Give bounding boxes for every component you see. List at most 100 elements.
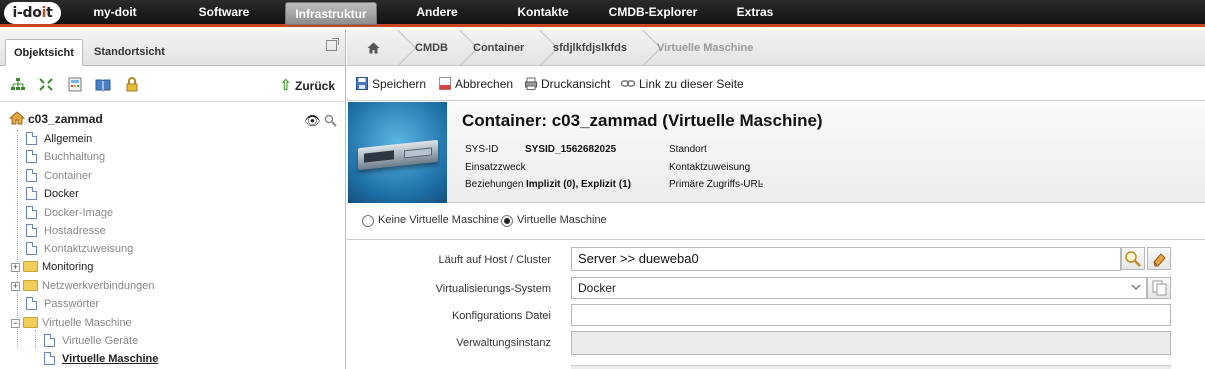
search-icon[interactable] bbox=[324, 114, 337, 127]
network-tree-icon[interactable] bbox=[10, 77, 26, 92]
breadcrumb-object[interactable]: sfdjlkfdjslkfds bbox=[553, 30, 627, 66]
lock-icon[interactable] bbox=[124, 77, 140, 92]
radio-no-vm[interactable] bbox=[362, 215, 374, 227]
virtualization-system-label: Virtualisierungs-System bbox=[435, 283, 551, 295]
tree-node-container[interactable]: Container bbox=[26, 167, 92, 185]
object-title: Container: c03_zammad (Virtuelle Maschin… bbox=[462, 111, 823, 130]
host-search-button[interactable] bbox=[1121, 247, 1145, 270]
standort-label: Standort bbox=[669, 144, 707, 155]
radio-no-vm-label[interactable]: Keine Virtuelle Maschine bbox=[378, 214, 499, 226]
tree-node-passwoerter[interactable]: Passwörter bbox=[26, 295, 99, 313]
link-to-page-label: Link zu dieser Seite bbox=[639, 77, 744, 91]
document-icon bbox=[26, 242, 37, 255]
document-icon bbox=[44, 352, 55, 365]
node-label: Netzwerkverbindungen bbox=[42, 280, 155, 292]
nav-infrastruktur[interactable]: Infrastruktur bbox=[285, 2, 377, 25]
config-file-input[interactable] bbox=[571, 304, 1171, 326]
breadcrumb-container[interactable]: Container bbox=[473, 30, 524, 66]
object-image bbox=[348, 102, 447, 203]
print-view-button[interactable]: Druckansicht bbox=[525, 67, 610, 101]
virtualization-system-select[interactable]: Docker bbox=[571, 277, 1147, 299]
radio-vm-label[interactable]: Virtuelle Maschine bbox=[517, 214, 607, 226]
tree-node-hostadresse[interactable]: Hostadresse bbox=[26, 222, 106, 240]
nav-extras[interactable]: Extras bbox=[727, 0, 783, 25]
left-panel: Objektsicht Standortsicht ⇧ Zurück c03_za… bbox=[0, 30, 346, 369]
document-icon bbox=[26, 150, 37, 163]
print-icon bbox=[525, 77, 537, 90]
radio-vm[interactable] bbox=[501, 215, 513, 227]
home-icon[interactable] bbox=[367, 42, 380, 54]
link-to-page-button[interactable]: Link zu dieser Seite bbox=[621, 67, 744, 101]
book-icon[interactable] bbox=[95, 77, 111, 92]
tree-node-virtuelle-maschine-active[interactable]: Virtuelle Maschine bbox=[44, 350, 158, 368]
admin-instance-label: Verwaltungsinstanz bbox=[456, 337, 551, 349]
up-arrow-icon: ⇧ bbox=[279, 77, 292, 94]
tree-node-kontaktzuweisung[interactable]: Kontaktzuweisung bbox=[26, 240, 133, 258]
primary-url-value: - bbox=[760, 179, 764, 190]
nav-cmdb-explorer[interactable]: CMDB-Explorer bbox=[598, 0, 708, 25]
node-label: Hostadresse bbox=[44, 225, 106, 237]
config-file-label: Konfigurations Datei bbox=[451, 310, 551, 322]
search-icon bbox=[1125, 251, 1141, 267]
sysid-value: SYSID_1562682025 bbox=[525, 144, 617, 155]
eye-icon[interactable]: 👁 bbox=[304, 113, 321, 128]
external-link-icon[interactable] bbox=[326, 38, 339, 51]
document-icon bbox=[26, 132, 37, 145]
collapse-minus-icon[interactable]: − bbox=[11, 319, 20, 328]
tree-node-buchhaltung[interactable]: Buchhaltung bbox=[26, 148, 105, 166]
i-doit-logo[interactable]: i-doit bbox=[4, 2, 61, 24]
save-label: Speichern bbox=[372, 77, 427, 91]
action-bar: Speichern Abbrechen Druckansicht Link zu… bbox=[347, 67, 1205, 101]
expand-plus-icon[interactable]: + bbox=[11, 263, 20, 272]
nav-my-doit[interactable]: my-doit bbox=[82, 0, 148, 25]
host-cluster-label: Läuft auf Host / Cluster bbox=[438, 254, 552, 266]
tab-standortsicht[interactable]: Standortsicht bbox=[86, 39, 173, 66]
back-label: Zurück bbox=[294, 79, 335, 93]
node-label: Kontaktzuweisung bbox=[44, 243, 134, 255]
document-icon bbox=[44, 334, 55, 347]
nav-andere[interactable]: Andere bbox=[402, 0, 472, 25]
tree-root-label: c03_zammad bbox=[28, 112, 103, 126]
breadcrumb: CMDB Container sfdjlkfdjslkfds Virtuelle… bbox=[347, 30, 1205, 66]
tree-node-virtuelle-maschine-folder[interactable]: − Virtuelle Maschine bbox=[11, 314, 132, 332]
host-cluster-field[interactable]: Server >> dueweba0 bbox=[571, 247, 1121, 271]
admin-instance-field bbox=[571, 331, 1171, 355]
home-icon bbox=[9, 111, 25, 125]
tab-objektsicht[interactable]: Objektsicht bbox=[5, 39, 83, 66]
back-button[interactable]: ⇧ Zurück bbox=[279, 76, 335, 94]
expand-icon[interactable] bbox=[38, 77, 54, 92]
chevron-down-icon bbox=[1131, 284, 1141, 290]
nav-kontakte[interactable]: Kontakte bbox=[505, 0, 581, 25]
top-navigation-bar: i-doit my-doit Software Infrastruktur An… bbox=[0, 0, 1205, 27]
expand-plus-icon[interactable]: + bbox=[11, 282, 20, 291]
virtualization-copy-button[interactable] bbox=[1147, 277, 1171, 299]
logo-text-pre: i-do bbox=[12, 5, 42, 21]
root-actions: 👁 bbox=[304, 113, 337, 129]
cancel-label: Abbrechen bbox=[455, 77, 514, 91]
tree-node-netzwerkverbindungen[interactable]: + Netzwerkverbindungen bbox=[11, 277, 155, 295]
beziehungen-value[interactable]: Implizit (0), Explizit (1) bbox=[526, 179, 631, 190]
node-label: Virtuelle Maschine bbox=[62, 353, 159, 365]
cancel-button[interactable]: Abbrechen bbox=[439, 67, 513, 101]
tree-node-docker-image[interactable]: Docker-Image bbox=[26, 204, 113, 222]
folder-icon bbox=[23, 280, 38, 291]
calculator-icon[interactable] bbox=[67, 77, 83, 92]
tree-node-docker[interactable]: Docker bbox=[26, 185, 79, 203]
tree-root[interactable]: c03_zammad bbox=[9, 111, 103, 126]
tree-node-monitoring[interactable]: + Monitoring bbox=[11, 258, 93, 276]
nav-software[interactable]: Software bbox=[185, 0, 263, 25]
server-icon bbox=[358, 139, 438, 171]
virtualization-system-value: Docker bbox=[578, 281, 617, 295]
document-icon bbox=[26, 206, 37, 219]
document-icon bbox=[26, 187, 37, 200]
tree-node-virtuelle-geraete[interactable]: Virtuelle Geräte bbox=[44, 332, 138, 350]
tree-node-allgemein[interactable]: Allgemein bbox=[26, 130, 92, 148]
document-icon bbox=[26, 297, 37, 310]
print-view-label: Druckansicht bbox=[541, 77, 611, 91]
object-header: Container: c03_zammad (Virtuelle Maschin… bbox=[347, 102, 1205, 203]
save-button[interactable]: Speichern bbox=[356, 67, 426, 101]
document-icon bbox=[26, 224, 37, 237]
einsatzzweck-label: Einsatzzweck bbox=[465, 162, 526, 173]
host-clear-button[interactable] bbox=[1147, 247, 1171, 270]
tree-toolbar: ⇧ Zurück bbox=[0, 66, 345, 102]
